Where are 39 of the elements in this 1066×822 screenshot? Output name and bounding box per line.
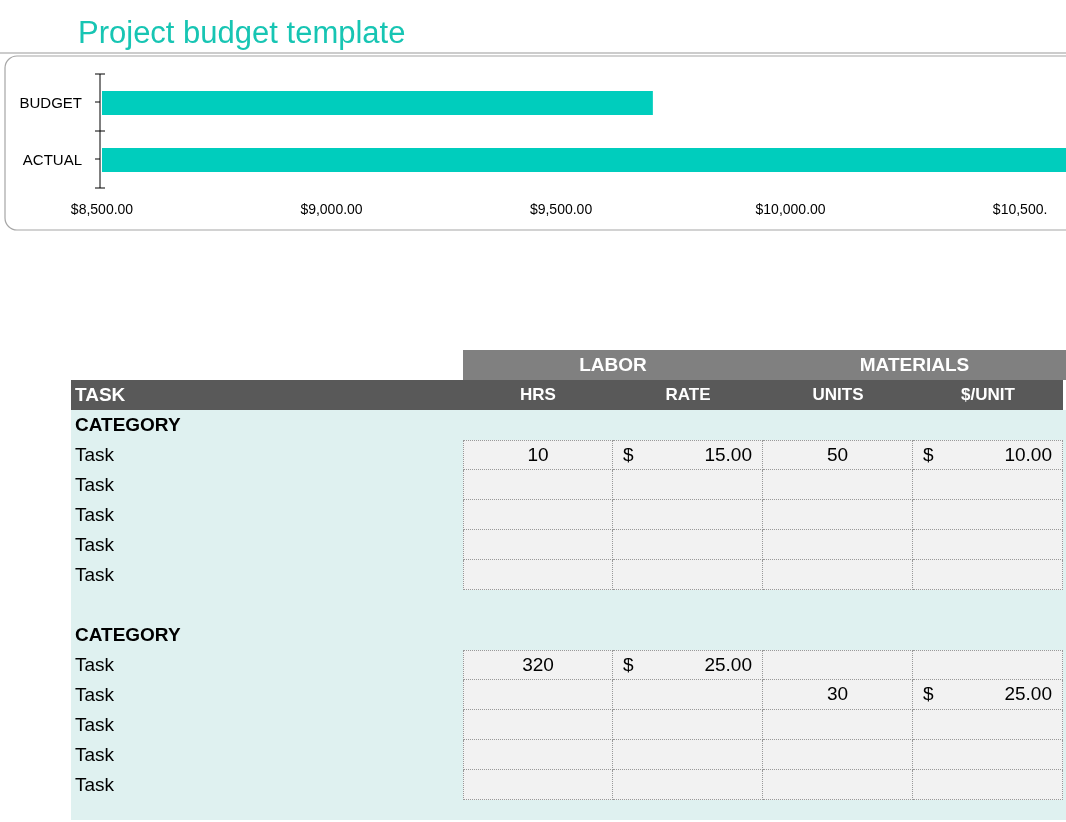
axis-tick-label: $8,500.00 xyxy=(70,201,134,217)
category-label: CATEGORY xyxy=(74,623,182,647)
task-label: Task xyxy=(74,473,116,497)
category-label: CATEGORY xyxy=(74,413,182,437)
task-label: Task xyxy=(74,653,116,677)
page-title: Project budget template xyxy=(78,14,407,52)
table-cell: 320 xyxy=(463,650,613,680)
amount-text: 25.00 xyxy=(704,653,752,677)
column-group-header: MATERIALS xyxy=(763,350,1066,380)
task-label: Task xyxy=(74,683,116,707)
axis-tick-label: $10,000.00 xyxy=(755,201,826,217)
currency-symbol: $ xyxy=(623,443,634,467)
task-label: Task xyxy=(74,743,116,767)
task-label: Task xyxy=(74,563,116,587)
column-group-header: LABOR xyxy=(463,350,763,380)
column-header: HRS xyxy=(519,384,557,406)
task-label: Task xyxy=(74,713,116,737)
task-label: Task xyxy=(74,533,116,557)
task-label: Task xyxy=(74,443,116,467)
table-cell: 30 xyxy=(763,680,913,710)
column-header: UNITS xyxy=(811,384,865,406)
amount-text: 15.00 xyxy=(704,443,752,467)
currency-symbol: $ xyxy=(623,653,634,677)
category-label: BUDGET xyxy=(19,94,82,111)
axis-tick-label: $9,000.00 xyxy=(300,201,363,217)
axis-tick-label: $10,500. xyxy=(992,201,1048,217)
column-header: $/UNIT xyxy=(960,384,1016,406)
currency-symbol: $ xyxy=(923,443,934,467)
column-header: RATE xyxy=(664,384,712,406)
column-header: TASK xyxy=(74,383,127,407)
amount-text: 25.00 xyxy=(1004,682,1052,706)
category-label: ACTUAL xyxy=(22,151,82,168)
axis-tick-label: $9,500.00 xyxy=(529,201,593,217)
amount-text: 10.00 xyxy=(1004,443,1052,467)
task-label: Task xyxy=(74,503,116,527)
table-cell: 50 xyxy=(763,440,913,470)
table-cell: 10 xyxy=(463,440,613,470)
task-label: Task xyxy=(74,773,116,797)
currency-symbol: $ xyxy=(923,682,934,706)
